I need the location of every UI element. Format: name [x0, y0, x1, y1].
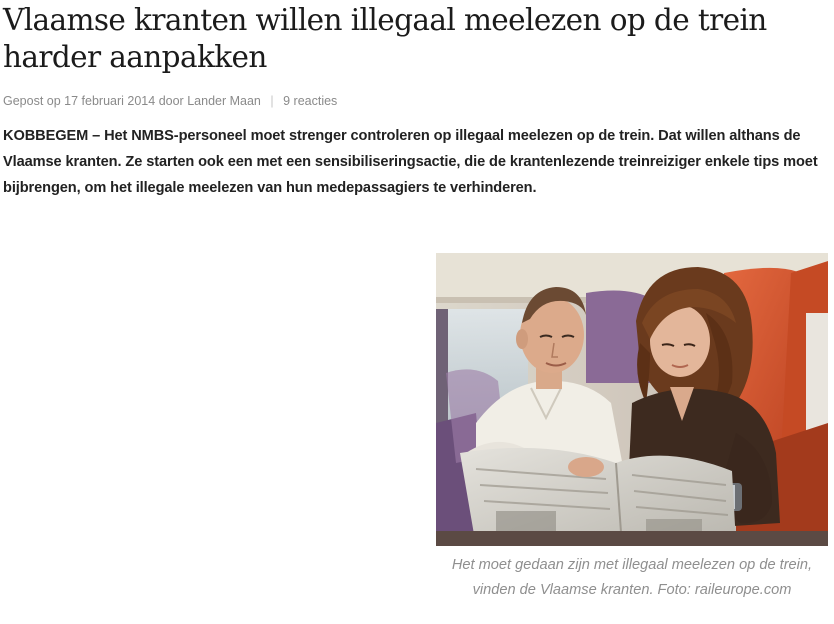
train-reading-photo — [436, 253, 828, 546]
photo-caption: Het moet gedaan zijn met illegaal meelez… — [451, 557, 813, 598]
post-date: 17 februari 2014 — [64, 94, 156, 108]
article-figure: Het moet gedaan zijn met illegaal meelez… — [436, 253, 828, 603]
comments-link[interactable]: 9 reacties — [283, 94, 337, 108]
article-title: Vlaamse kranten willen illegaal meelezen… — [3, 3, 767, 74]
meta-separator: | — [270, 94, 274, 108]
by-label: door — [158, 94, 184, 108]
article-meta: Gepost op 17 februari 2014 door Lander M… — [3, 93, 829, 109]
article-lead: KOBBEGEM – Het NMBS-personeel moet stren… — [3, 128, 818, 196]
posted-prefix: Gepost op — [3, 94, 61, 108]
author-link[interactable]: Lander Maan — [187, 94, 261, 108]
article: Vlaamse kranten willen illegaal meelezen… — [3, 0, 829, 216]
